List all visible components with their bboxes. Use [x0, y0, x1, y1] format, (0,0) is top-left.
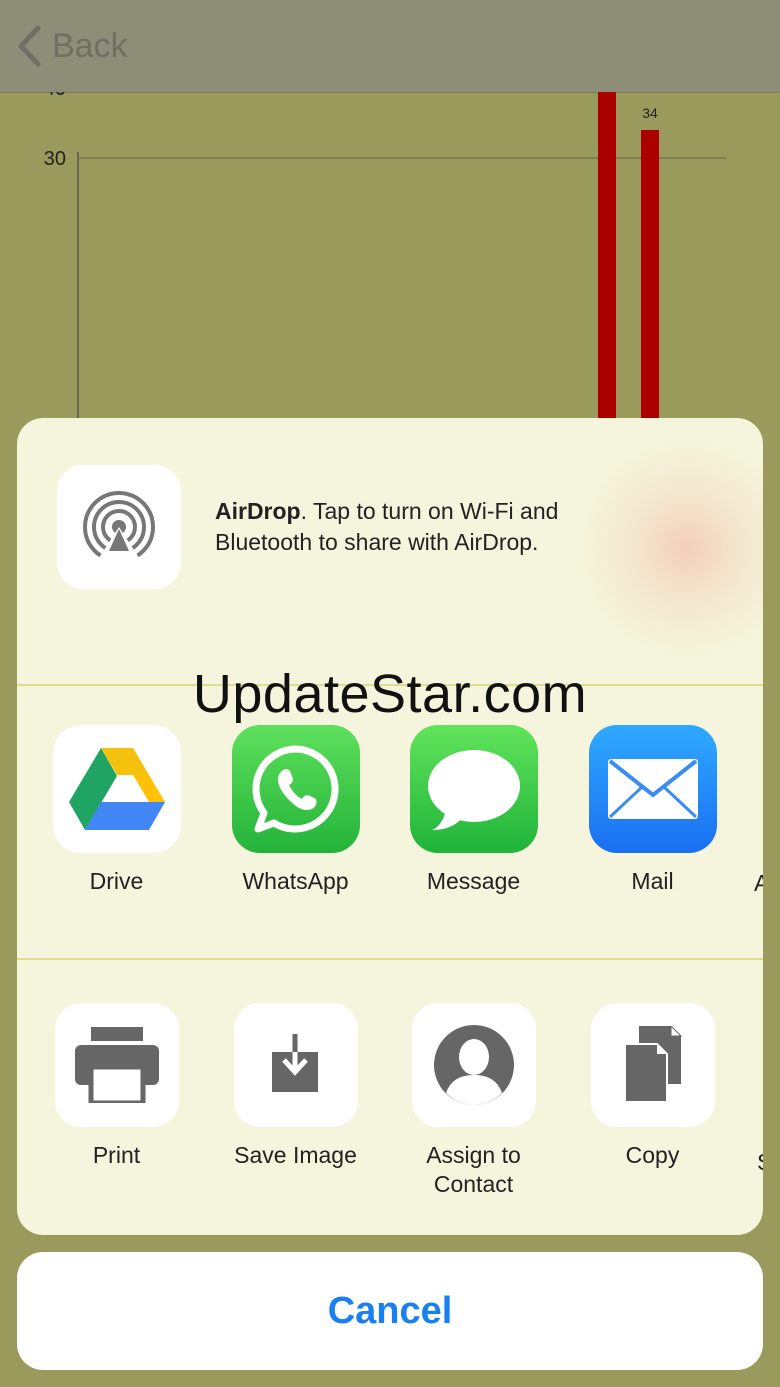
y-tick-label: 40 — [44, 92, 66, 100]
actions-row: Print Save Image Assign to Contact Copy — [17, 959, 763, 1235]
action-label: Copy — [625, 1142, 680, 1168]
copy-icon — [590, 1003, 715, 1127]
whatsapp-icon — [231, 725, 360, 853]
share-app-drive[interactable]: Drive — [27, 725, 206, 896]
bar — [641, 130, 659, 432]
printer-icon — [54, 1003, 179, 1127]
contact-icon — [411, 1003, 536, 1127]
cancel-button[interactable]: Cancel — [17, 1252, 763, 1370]
action-print[interactable]: Print — [27, 1003, 206, 1170]
message-icon — [409, 725, 538, 853]
share-app-label: WhatsApp — [242, 868, 349, 894]
save-image-icon — [233, 1003, 358, 1127]
action-save-image[interactable]: Save Image — [206, 1003, 385, 1170]
action-label: Assign to Contact — [426, 1142, 521, 1197]
bar-value-label: 34 — [642, 105, 658, 121]
share-sheet: AirDrop. Tap to turn on Wi-Fi and Blueto… — [17, 418, 763, 1235]
y-tick-label: 30 — [44, 148, 66, 170]
back-label: Back — [52, 26, 128, 65]
airdrop-message: AirDrop. Tap to turn on Wi-Fi and Blueto… — [215, 496, 645, 558]
cancel-label: Cancel — [327, 1289, 453, 1332]
action-copy[interactable]: Copy — [563, 1003, 742, 1170]
share-app-partial-label[interactable]: A — [754, 870, 763, 897]
back-button[interactable]: Back — [16, 22, 128, 70]
share-apps-row: Drive WhatsApp Message Mail A — [17, 687, 763, 957]
action-label: Save Image — [234, 1142, 357, 1168]
navigation-bar: Back — [0, 0, 780, 93]
share-app-label: Drive — [89, 868, 144, 894]
mail-icon — [588, 725, 717, 853]
google-drive-icon — [52, 725, 181, 853]
action-assign-to-contact[interactable]: Assign to Contact — [384, 1003, 563, 1199]
chart-svg: 304050604434 — [44, 92, 726, 432]
share-app-label: Mail — [631, 868, 674, 894]
airdrop-icon[interactable] — [57, 465, 181, 589]
action-label: Print — [92, 1142, 141, 1168]
watermark-text: UpdateStar.com — [192, 664, 588, 724]
share-app-whatsapp[interactable]: WhatsApp — [206, 725, 385, 896]
share-app-message[interactable]: Message — [384, 725, 563, 896]
bar-chart: 304050604434 — [0, 92, 780, 432]
airdrop-title: AirDrop — [215, 498, 301, 524]
airdrop-row[interactable]: AirDrop. Tap to turn on Wi-Fi and Blueto… — [17, 418, 763, 685]
chevron-left-icon — [18, 25, 41, 67]
share-app-label: Message — [426, 868, 521, 894]
action-partial-label[interactable]: S — [757, 1149, 763, 1176]
share-app-mail[interactable]: Mail — [563, 725, 742, 896]
bar — [598, 92, 616, 432]
